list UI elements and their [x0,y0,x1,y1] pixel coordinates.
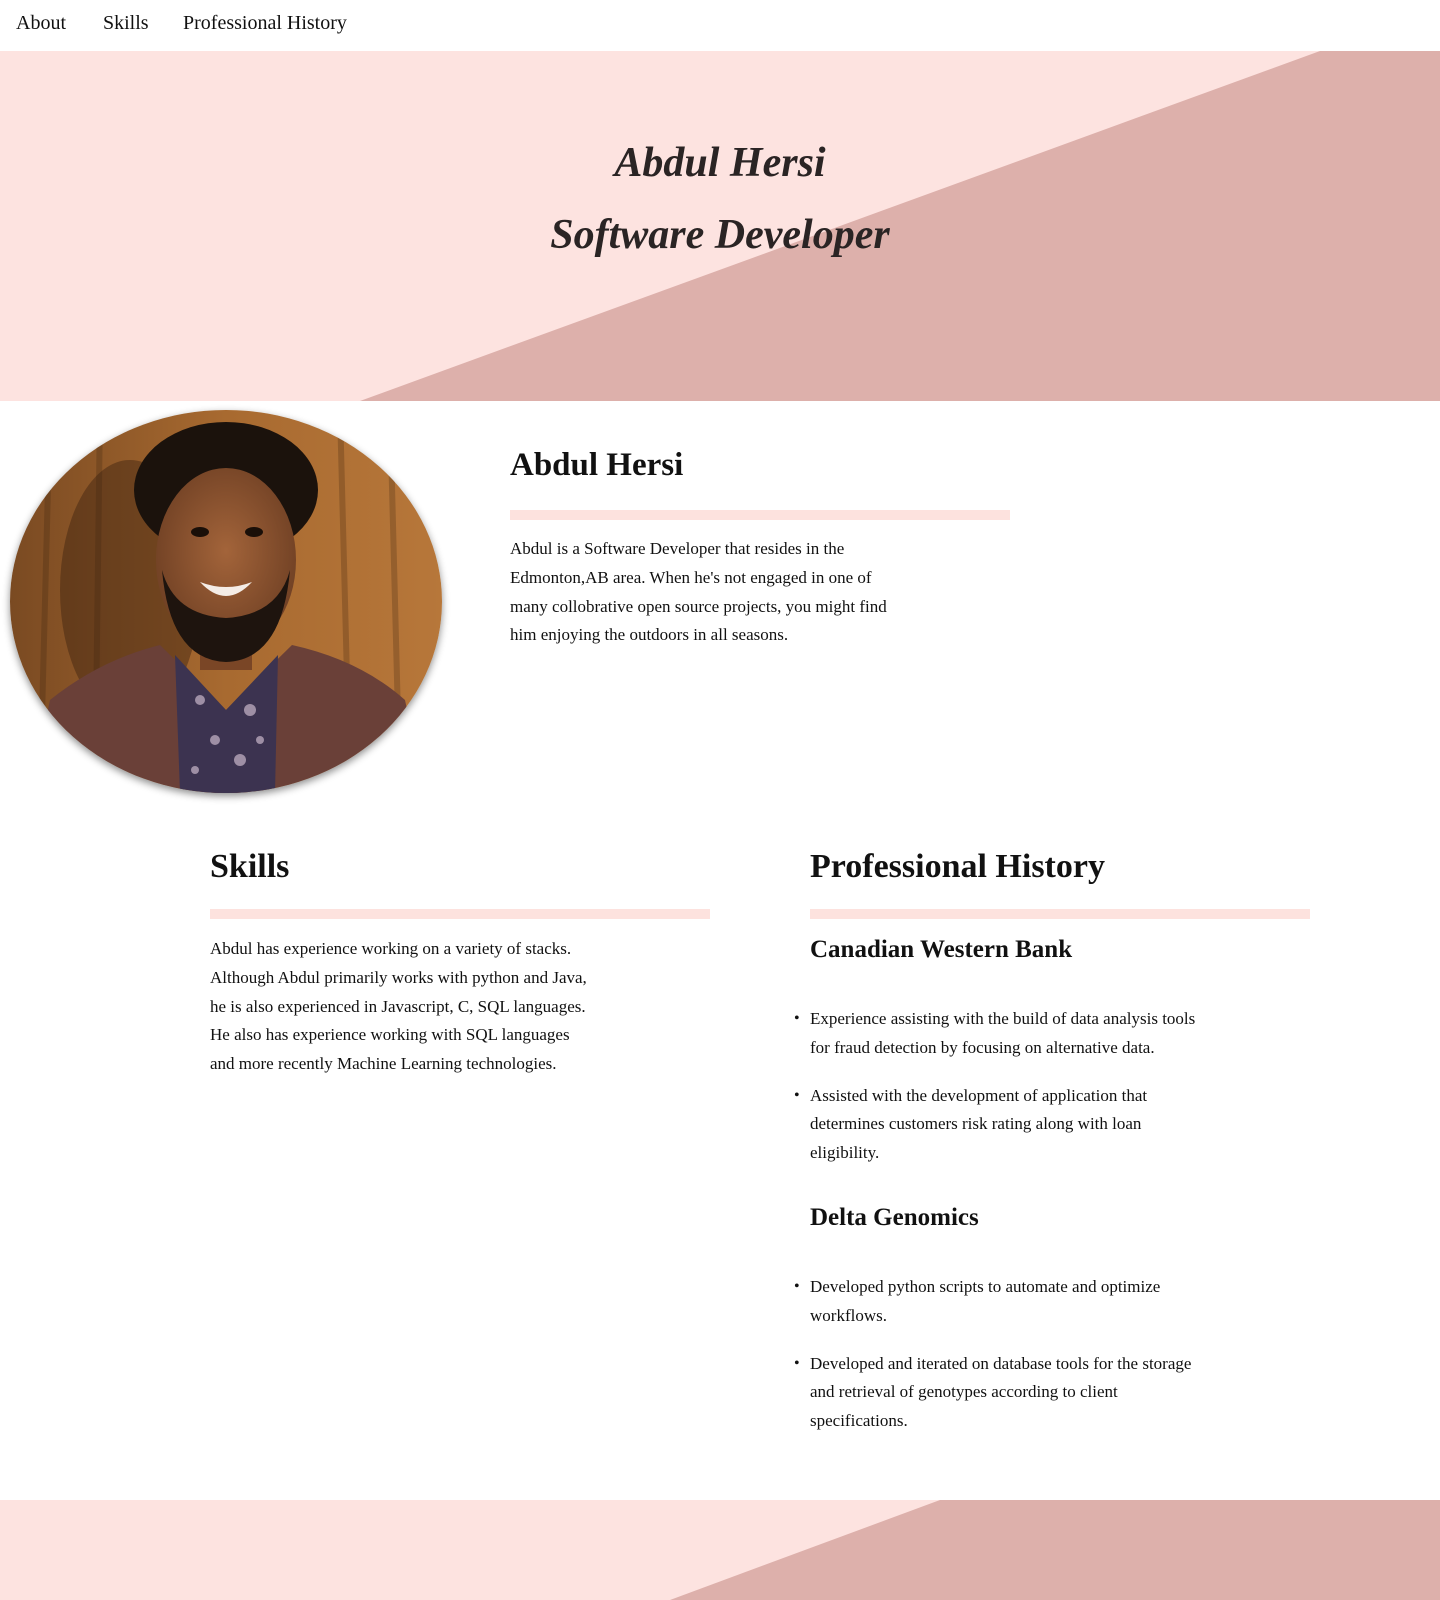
hero-banner: Abdul Hersi Software Developer [0,51,1440,401]
bullet-line: Experience assisting with the build of d… [810,1009,1196,1028]
bullet-line: specifications. [810,1411,908,1431]
skills-heading: Skills [210,848,290,885]
footer-banner [0,1500,1440,1600]
list-item: Developed python scripts to automate and… [794,1273,1250,1331]
job-title-canadian-western-bank: Canadian Western Bank [810,936,1073,963]
footer-diagonal-background [0,1500,1440,1600]
hero-name: Abdul Hersi [614,140,826,186]
list-item: Developed and iterated on database tools… [794,1350,1250,1436]
about-line: Abdul is a Software Developer that resid… [510,539,845,558]
skills-line: he is also experienced in Javascript, C,… [210,996,586,1016]
skills-line: He also has experience working with SQL … [210,1025,570,1045]
nav-link-about[interactable]: About [16,12,66,35]
history-heading: Professional History [810,848,1105,885]
bullet-line: eligibility. [810,1143,880,1163]
about-paragraph: Abdul is a Software Developer that resid… [510,535,950,650]
job-title-delta-genomics: Delta Genomics [810,1204,979,1231]
list-item: Experience assisting with the build of d… [794,1005,1250,1063]
hero-role: Software Developer [550,212,890,258]
bullet-line: determines customers risk rating along w… [810,1114,1142,1134]
list-item: Assisted with the development of applica… [794,1082,1250,1168]
profile-photo [10,410,442,793]
job-bullets-delta-genomics: Developed python scripts to automate and… [794,1273,1250,1455]
about-line: many collobrative open source projects, … [510,596,887,616]
skills-divider [210,909,710,919]
bullet-line: Assisted with the development of applica… [810,1085,1148,1105]
bullet-line: workflows. [810,1305,887,1325]
bullet-line: Developed python scripts to automate and… [810,1277,1161,1296]
job-bullets-canadian-western-bank: Experience assisting with the build of d… [794,1005,1250,1187]
skills-paragraph: Abdul has experience working on a variet… [210,935,650,1079]
about-heading: Abdul Hersi [510,447,684,483]
history-divider [810,909,1310,919]
skills-line: and more recently Machine Learning techn… [210,1054,557,1074]
bullet-line: for fraud detection by focusing on alter… [810,1037,1155,1057]
bullet-line: Developed and iterated on database tools… [810,1353,1192,1373]
nav-link-professional-history[interactable]: Professional History [183,12,347,35]
about-divider [510,510,1010,520]
about-line: Edmonton,AB area. When he's not engaged … [510,567,872,587]
skills-line: Abdul has experience working on a variet… [210,939,572,958]
bullet-line: and retrieval of genotypes according to … [810,1382,1118,1402]
nav-link-skills[interactable]: Skills [103,12,149,35]
top-nav: About Skills Professional History [0,0,1440,51]
skills-line: Although Abdul primarily works with pyth… [210,967,587,987]
about-line: him enjoying the outdoors in all seasons… [510,625,789,645]
